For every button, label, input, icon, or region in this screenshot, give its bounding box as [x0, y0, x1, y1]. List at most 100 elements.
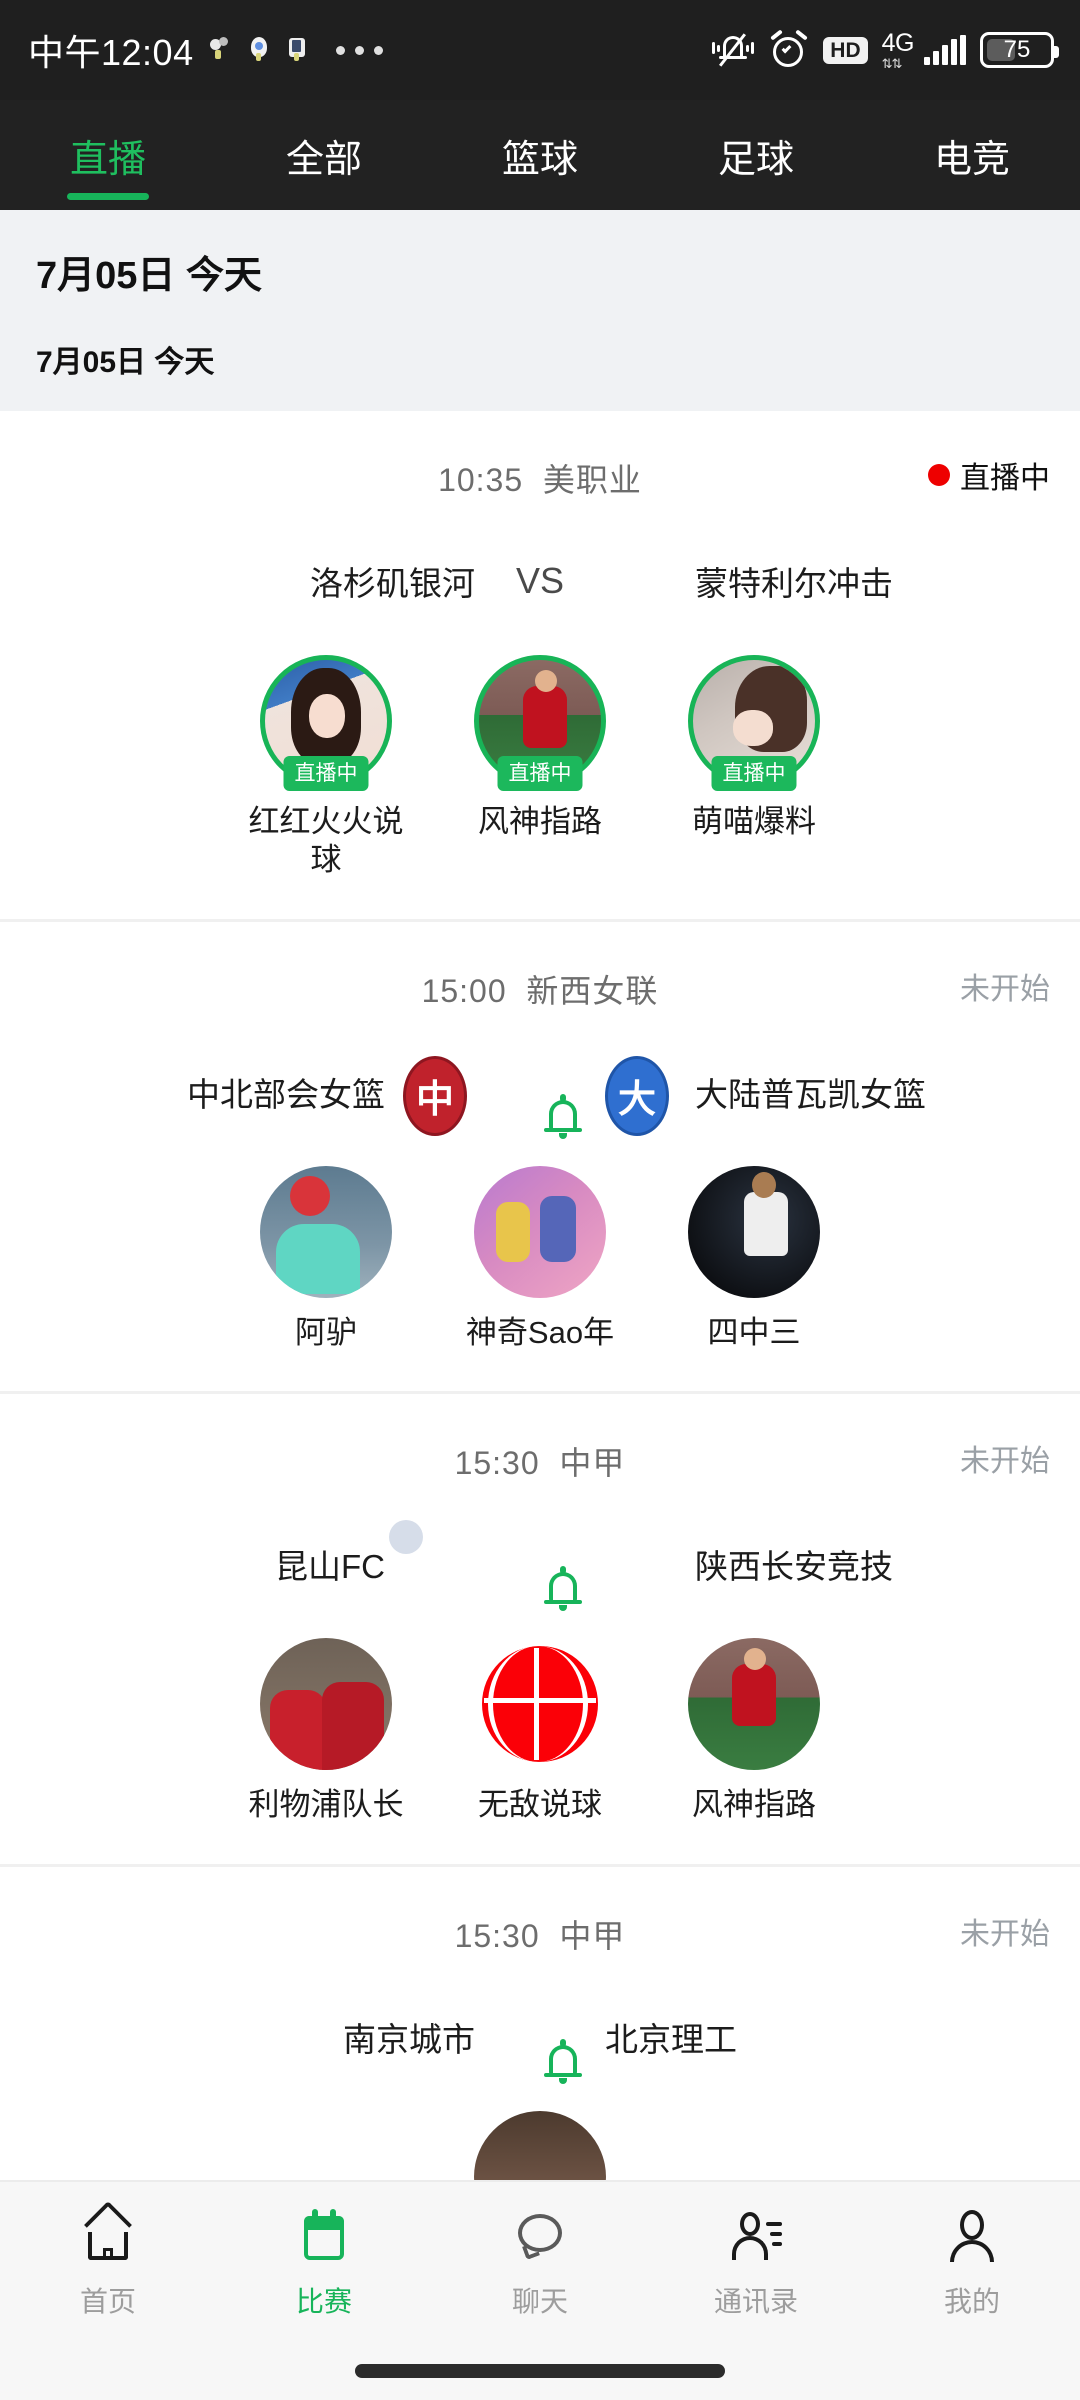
streamer-item[interactable]: 直播中 红红火火说球	[241, 655, 411, 879]
home-team: 中北部会女篮 中	[85, 1055, 475, 1136]
nav-item-contacts[interactable]: 通讯录	[648, 2208, 864, 2320]
match-teams: 南京城市 北京理工	[0, 1957, 1080, 2085]
streamer-item[interactable]: 神奇Sao年	[455, 1165, 625, 1352]
streamer-name: 四中三	[707, 1314, 801, 1350]
nav-label: 通讯录	[713, 2286, 798, 2317]
streamer-item[interactable]: 无敌说球	[455, 1638, 625, 1824]
streamer-name: 红红火火说球	[248, 804, 404, 877]
live-badge: 直播中	[711, 756, 797, 791]
status-text: 直播中	[960, 462, 1050, 495]
streamer-item[interactable]: 利物浦队长	[241, 1638, 411, 1824]
home-team-logo: 中	[403, 1055, 475, 1136]
nav-item-chat[interactable]: 聊天	[432, 2208, 648, 2320]
status-badge: 未开始	[960, 964, 1050, 1008]
avatar-wrap: 直播中	[474, 655, 606, 791]
match-time: 15:00	[421, 972, 507, 1009]
match-card[interactable]: 10:35 美职业 直播中 洛杉矶银河 VS 蒙特利尔冲击 直播中 红红火火说球…	[0, 411, 1080, 922]
avatar	[260, 1638, 392, 1771]
tab-esports[interactable]: 电竞	[864, 100, 1080, 210]
streamer-item[interactable]: 直播中 风神指路	[455, 655, 625, 879]
nav-label: 聊天	[511, 2286, 568, 2317]
away-logo-text: 大	[605, 1055, 669, 1136]
avatar	[688, 1638, 820, 1771]
away-team: 蒙特利尔冲击	[605, 545, 995, 617]
streamer-item[interactable]: 四中三	[669, 1165, 839, 1352]
away-team: 北京理工	[605, 2013, 995, 2061]
notification-mini-3-icon	[286, 37, 308, 63]
person-icon	[944, 2208, 1000, 2264]
avatar-wrap: 直播中	[260, 655, 392, 791]
match-time: 15:30	[454, 1918, 540, 1955]
away-team-name: 陕西长安竞技	[695, 1548, 893, 1586]
more-dots-icon	[335, 45, 383, 55]
match-teams: 昆山FC 陕西长安竞技	[0, 1484, 1080, 1612]
tab-all[interactable]: 全部	[216, 100, 432, 210]
status-text: 未开始	[960, 972, 1050, 1006]
date-header-primary: 7月05日 今天	[36, 255, 262, 297]
nav-item-home[interactable]: 首页	[0, 2200, 216, 2320]
chat-bubble-icon	[512, 2208, 568, 2264]
status-bar-left: 中午12:04	[28, 24, 383, 76]
tab-live[interactable]: 直播	[0, 100, 216, 210]
home-icon	[80, 2200, 136, 2264]
streamer-item[interactable]: 阿驴	[241, 1165, 411, 1352]
avatar-wrap	[688, 1165, 820, 1298]
streamer-item[interactable]: 风神指路	[669, 1638, 839, 1824]
away-team-name: 大陆普瓦凯女篮	[695, 1075, 926, 1113]
streamer-name: 利物浦队长	[248, 1787, 404, 1823]
avatar	[474, 1165, 606, 1298]
streamer-row: 利物浦队长 无敌说球 风神指路	[0, 1604, 1080, 1864]
notification-mini-1-icon	[209, 37, 232, 63]
tab-football[interactable]: 足球	[648, 100, 864, 210]
match-time-league: 15:00 新西女联	[422, 966, 659, 1012]
nav-label: 首页	[79, 2286, 136, 2317]
category-tabbar: 直播 全部 篮球 足球 电竞	[0, 100, 1080, 210]
avatar-wrap	[474, 1638, 606, 1771]
status-time: 中午12:04	[28, 32, 194, 73]
avatar	[260, 1165, 392, 1298]
nav-item-matches[interactable]: 比赛	[216, 2208, 432, 2320]
hd-icon: HD	[823, 36, 868, 64]
nav-item-profile[interactable]: 我的	[864, 2208, 1080, 2320]
nav-label: 我的	[943, 2286, 1000, 2317]
avatar-wrap	[260, 1638, 392, 1771]
status-badge: 直播中	[928, 453, 1050, 497]
streamer-name: 阿驴	[295, 1314, 357, 1350]
streamer-row: 直播中 红红火火说球 直播中 风神指路 直播中 萌喵爆料	[0, 621, 1080, 919]
match-time: 10:35	[438, 462, 524, 498]
match-card[interactable]: 15:00 新西女联 未开始 中北部会女篮 中 大 大陆普瓦凯女篮 阿驴 神奇S…	[0, 922, 1080, 1395]
match-teams: 中北部会女篮 中 大 大陆普瓦凯女篮	[0, 1012, 1080, 1139]
match-time-league: 10:35 美职业	[438, 455, 642, 501]
home-team-name: 昆山FC	[275, 1548, 385, 1586]
alarm-icon	[769, 29, 809, 70]
match-header: 15:30 中甲 未开始	[0, 1867, 1080, 1957]
match-league: 中甲	[559, 1445, 626, 1482]
streamer-name: 风神指路	[478, 804, 602, 839]
status-text: 未开始	[960, 1918, 1050, 1952]
avatar-wrap	[260, 1165, 392, 1298]
match-list: 10:35 美职业 直播中 洛杉矶银河 VS 蒙特利尔冲击 直播中 红红火火说球…	[0, 411, 1080, 2284]
avatar-wrap	[688, 1638, 820, 1771]
away-team-name: 蒙特利尔冲击	[695, 565, 893, 602]
mute-bell-icon	[711, 30, 755, 70]
nav-label: 比赛	[295, 2286, 352, 2317]
streamer-name: 风神指路	[692, 1787, 816, 1823]
home-team-name: 洛杉矶银河	[310, 565, 475, 602]
avatar-wrap: 直播中	[688, 655, 820, 791]
match-league: 美职业	[542, 462, 642, 498]
match-card[interactable]: 15:30 中甲 未开始 昆山FC 陕西长安竞技 利物浦队长 无敌说球 风神指路	[0, 1394, 1080, 1868]
status-bar: 中午12:04 HD 4G ⇅⇅ 75	[0, 0, 1080, 100]
streamer-name: 神奇Sao年	[465, 1314, 615, 1350]
away-team: 陕西长安竞技	[605, 1528, 995, 1600]
avatar	[474, 1638, 606, 1771]
home-team-logo	[403, 1525, 475, 1600]
contacts-icon	[728, 2208, 784, 2264]
streamer-item[interactable]: 直播中 萌喵爆料	[669, 655, 839, 879]
away-team-logo: 大	[605, 1055, 677, 1136]
avatar-wrap	[474, 1165, 606, 1298]
tab-basketball[interactable]: 篮球	[432, 100, 648, 210]
status-badge: 未开始	[960, 1436, 1050, 1480]
match-time-league: 15:30 中甲	[455, 1438, 626, 1484]
streamer-name: 萌喵爆料	[692, 804, 816, 839]
data-arrows-icon: ⇅⇅	[881, 55, 903, 71]
